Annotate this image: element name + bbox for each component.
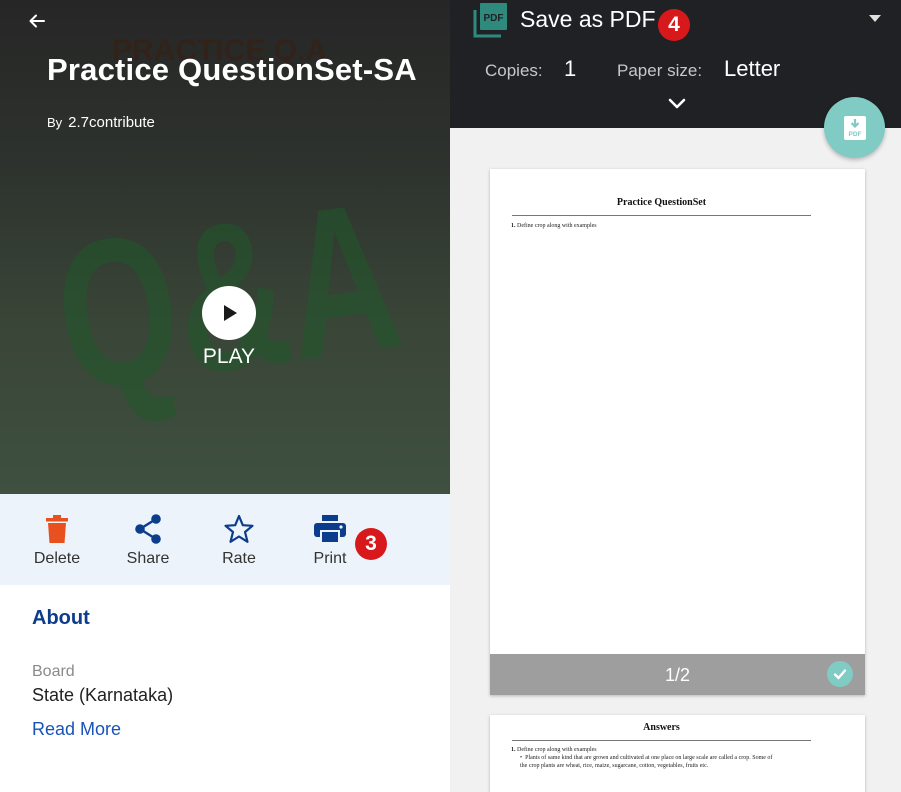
content-detail-panel: PRACTICE Q.A Q&A Practice QuestionSet-SA… <box>0 0 450 792</box>
share-label: Share <box>126 550 170 567</box>
chevron-down-icon[interactable] <box>667 97 687 111</box>
play-icon <box>224 305 237 321</box>
preview-page-title: Practice QuestionSet <box>616 197 707 208</box>
question-number: 1. <box>511 223 516 229</box>
play-button[interactable] <box>202 286 256 340</box>
page-selected-checkbox[interactable] <box>827 661 853 687</box>
rate-button[interactable]: Rate <box>204 512 274 568</box>
content-banner: PRACTICE Q.A Q&A Practice QuestionSet-SA… <box>0 0 450 494</box>
answer-line-2: the crop plants are wheat, rice, maize, … <box>520 763 709 769</box>
page-footer: 1/2 <box>490 654 865 695</box>
copies-label: Copies: <box>485 61 543 80</box>
svg-text:PDF: PDF <box>848 131 861 138</box>
share-icon <box>135 514 161 544</box>
rate-label: Rate <box>222 550 256 567</box>
preview-rule <box>512 740 811 741</box>
action-bar: Delete Share Rate Print 3 <box>0 494 450 585</box>
read-more-link[interactable]: Read More <box>32 719 121 740</box>
answer-question-number: 1. <box>511 747 516 753</box>
paper-size-label: Paper size: <box>617 61 703 80</box>
print-dialog-panel: PDF Save as PDF 4 Copies: 1 Paper size: … <box>450 0 901 792</box>
answer-question: 1. Define crop along with examples <box>511 747 597 753</box>
step-badge-3: 3 <box>355 528 387 560</box>
back-button[interactable] <box>26 10 48 32</box>
answer-line-1: • Plants of same kind that are grown and… <box>520 755 772 761</box>
board-label: Board <box>32 663 75 680</box>
answer-question-text: Define crop along with examples <box>517 747 597 753</box>
delete-button[interactable]: Delete <box>22 512 92 568</box>
step-badge-4: 4 <box>658 9 690 41</box>
author-prefix: By <box>47 115 63 130</box>
svg-text:PDF: PDF <box>484 13 504 24</box>
board-value: State (Karnataka) <box>32 685 174 705</box>
answers-title: Answers <box>643 722 680 733</box>
delete-label: Delete <box>33 550 81 567</box>
paper-size-select[interactable]: Letter <box>724 56 780 82</box>
check-icon <box>833 669 847 680</box>
star-outline-icon <box>224 514 254 543</box>
answer-text-1: Plants of same kind that are grown and c… <box>525 755 773 761</box>
preview-page-2[interactable]: Answers 1. Define crop along with exampl… <box>490 715 865 792</box>
author-name: 2.7contribute <box>68 114 155 131</box>
pdf-file-icon: PDF <box>473 3 507 38</box>
caret-down-icon[interactable] <box>868 14 882 23</box>
arrow-left-icon <box>29 14 45 28</box>
page-indicator: 1/2 <box>664 665 691 685</box>
download-pdf-icon: PDF <box>843 115 866 140</box>
printer-icon <box>314 515 346 544</box>
preview-rule <box>512 215 811 216</box>
question-text: Define crop along with examples <box>517 223 597 229</box>
preview-question: 1. Define crop along with examples <box>511 223 597 229</box>
screen: PRACTICE Q.A Q&A Practice QuestionSet-SA… <box>0 0 901 792</box>
trash-icon <box>46 515 68 543</box>
download-pdf-button[interactable]: PDF <box>824 97 885 158</box>
print-label: Print <box>313 550 347 567</box>
copies-input[interactable]: 1 <box>564 56 576 82</box>
play-label[interactable]: PLAY <box>0 345 450 369</box>
share-button[interactable]: Share <box>113 512 183 568</box>
content-author-line: By 2.7contribute <box>47 114 155 131</box>
preview-page-1[interactable]: Practice QuestionSet 1. Define crop alon… <box>490 169 865 695</box>
destination-select[interactable]: Save as PDF <box>520 6 656 33</box>
about-heading: About <box>32 607 90 629</box>
content-title: Practice QuestionSet-SA <box>47 52 417 87</box>
